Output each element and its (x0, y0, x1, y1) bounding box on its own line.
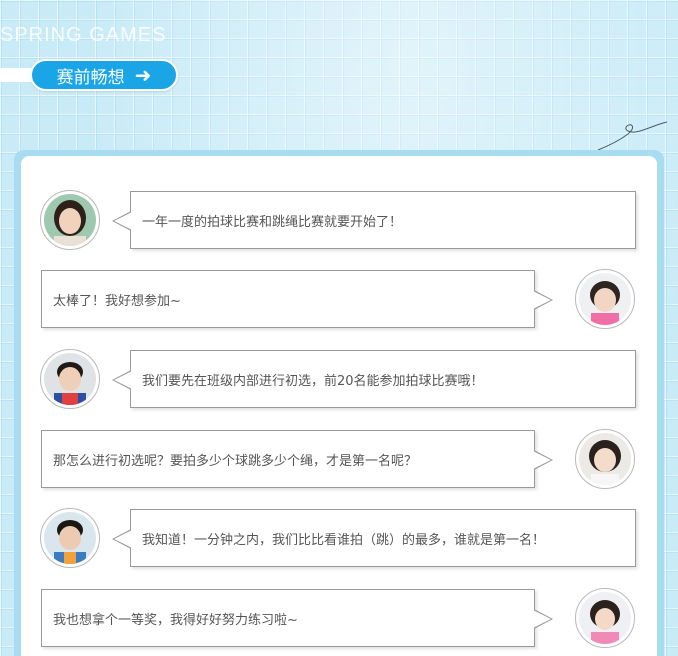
message-row: 我们要先在班级内部进行初选，前20名能参加拍球比赛哦！ (21, 349, 657, 409)
message-row: 我知道！一分钟之内，我们比比看谁拍（跳）的最多，谁就是第一名！ (21, 508, 657, 568)
chat-bubble: 我们要先在班级内部进行初选，前20名能参加拍球比赛哦！ (112, 350, 636, 408)
message-text: 一年一度的拍球比赛和跳绳比赛就要开始了！ (142, 214, 403, 230)
arrow-right-icon: ➜ (134, 63, 152, 87)
boy-avatar (40, 349, 100, 409)
teacher-avatar (40, 190, 100, 250)
message-row: 我也想拿个一等奖，我得好好努力练习啦~ (21, 588, 657, 648)
message-text: 太棒了！我好想参加~ (53, 293, 181, 309)
section-button-label: 赛前畅想 (56, 67, 125, 88)
girl-avatar (575, 429, 635, 489)
girl-avatar (575, 588, 635, 648)
chat-bubble: 我也想拿个一等奖，我得好好努力练习啦~ (41, 589, 553, 647)
chat-bubble: 那怎么进行初选呢？要拍多少个球跳多少个绳，才是第一名呢？ (41, 430, 553, 488)
message-text: 我也想拿个一等奖，我得好好努力练习啦~ (53, 612, 298, 628)
chat-bubble: 太棒了！我好想参加~ (41, 270, 553, 328)
chat-bubble: 一年一度的拍球比赛和跳绳比赛就要开始了！ (112, 191, 636, 249)
girl-avatar (575, 269, 635, 329)
section-button[interactable]: 赛前畅想 ➜ (30, 59, 178, 91)
curl-decoration-icon (597, 121, 668, 151)
message-row: 那怎么进行初选呢？要拍多少个球跳多少个绳，才是第一名呢？ (21, 429, 657, 489)
message-row: 一年一度的拍球比赛和跳绳比赛就要开始了！ (21, 190, 657, 250)
chat-card: 一年一度的拍球比赛和跳绳比赛就要开始了！ 太棒了！我好想参加~ 我们要先在班级内… (21, 156, 657, 656)
message-text: 我知道！一分钟之内，我们比比看谁拍（跳）的最多，谁就是第一名！ (142, 532, 546, 548)
boy-avatar (40, 508, 100, 568)
message-row: 太棒了！我好想参加~ (21, 269, 657, 329)
english-title: SPRING GAMES (0, 24, 167, 46)
message-text: 我们要先在班级内部进行初选，前20名能参加拍球比赛哦！ (142, 373, 484, 389)
chat-bubble: 我知道！一分钟之内，我们比比看谁拍（跳）的最多，谁就是第一名！ (112, 509, 636, 567)
message-text: 那怎么进行初选呢？要拍多少个球跳多少个绳，才是第一名呢？ (53, 453, 418, 469)
